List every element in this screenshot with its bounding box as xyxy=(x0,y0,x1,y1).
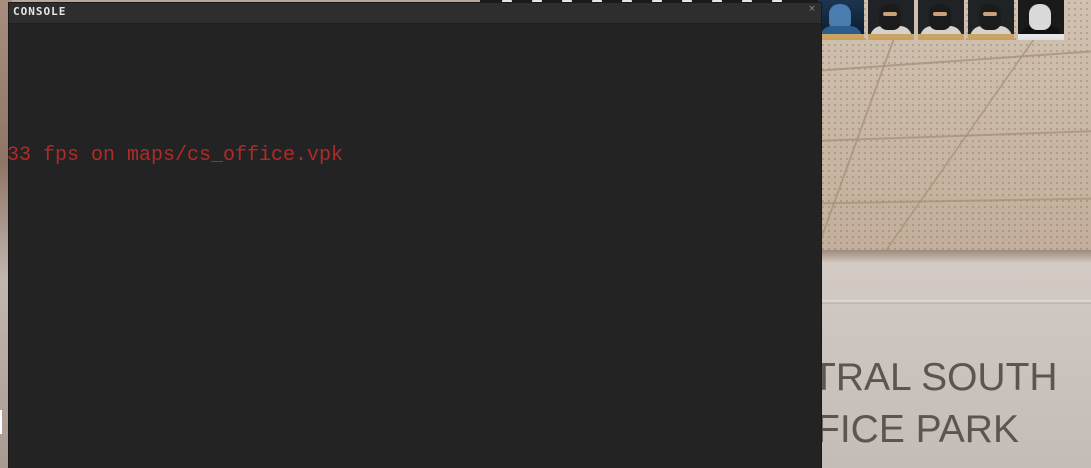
masked-terrorist-avatar-icon xyxy=(918,0,964,40)
masked-terrorist-avatar-icon xyxy=(868,0,914,40)
console-title: CONSOLE xyxy=(13,5,67,18)
player-avatars xyxy=(818,0,1064,42)
console-line: 33 fps on maps/cs_office.vpk xyxy=(7,144,344,167)
ct-player-avatar-icon xyxy=(818,0,864,40)
console-titlebar[interactable]: CONSOLE × xyxy=(9,3,821,24)
sign-line-1: TRAL SOUTH xyxy=(812,356,1058,399)
console-window[interactable]: CONSOLE × 33 fps on maps/cs_office.vpk xyxy=(7,3,821,468)
console-output[interactable]: 33 fps on maps/cs_office.vpk xyxy=(7,23,821,468)
text-cursor-icon xyxy=(0,410,2,434)
wall-trim xyxy=(820,300,1091,304)
sign-line-2: FICE PARK xyxy=(816,408,1019,451)
masked-terrorist-avatar-icon xyxy=(968,0,1014,40)
office-park-sign: TRAL SOUTH FICE PARK xyxy=(812,352,1091,456)
pale-mask-avatar-icon xyxy=(1018,0,1064,40)
close-icon[interactable]: × xyxy=(807,4,817,14)
